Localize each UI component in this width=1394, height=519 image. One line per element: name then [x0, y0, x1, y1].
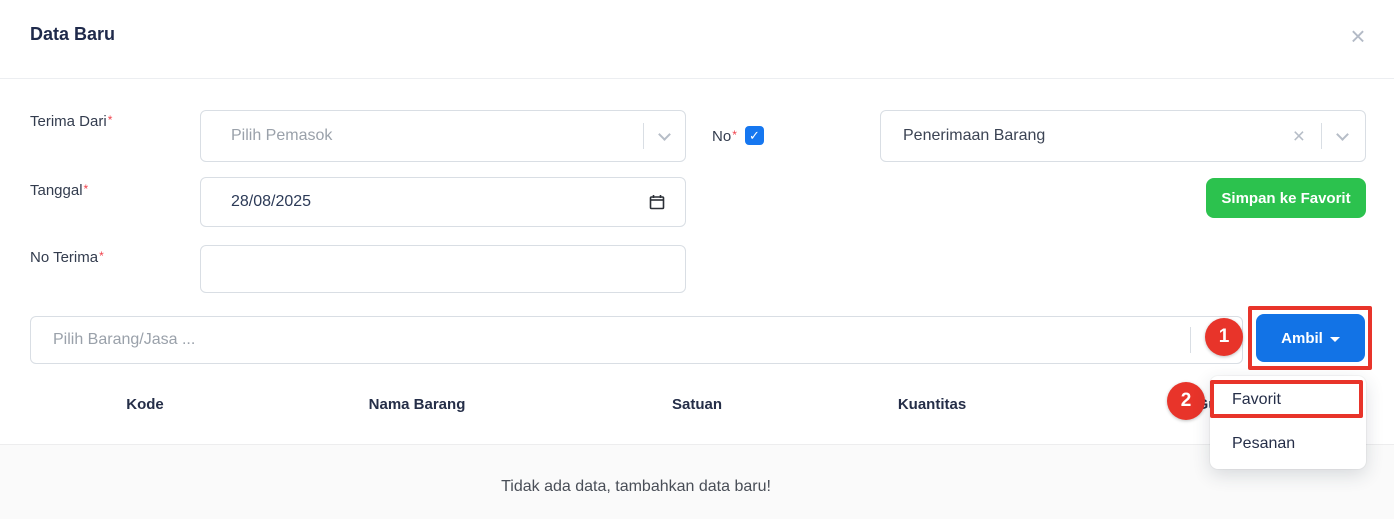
- barang-jasa-select[interactable]: Pilih Barang/Jasa ...: [30, 316, 1243, 364]
- header-divider: [0, 78, 1394, 79]
- annotation-step-badge-1: 1: [1205, 318, 1243, 356]
- table-header-satuan: Satuan: [671, 396, 723, 413]
- table-header-kode: Kode: [126, 396, 164, 413]
- ambil-dropdown-button[interactable]: Ambil: [1256, 314, 1365, 362]
- no-label: No*: [712, 128, 737, 145]
- no-terima-label: No Terima*: [30, 249, 104, 266]
- no-checkbox[interactable]: ✓: [745, 126, 764, 145]
- select-divider: [643, 123, 644, 149]
- annotation-step-badge-2: 2: [1167, 382, 1205, 420]
- table-header-kuantitas: Kuantitas: [897, 396, 967, 413]
- data-baru-modal: Data Baru × Terima Dari* Pilih Pemasok N…: [0, 0, 1394, 519]
- terima-dari-placeholder: Pilih Pemasok: [231, 127, 333, 144]
- tanggal-value: 28/08/2025: [231, 193, 312, 210]
- required-mark: *: [99, 249, 104, 263]
- empty-state-text: Tidak ada data, tambahkan data baru!: [501, 478, 771, 495]
- no-terima-input[interactable]: [201, 246, 685, 292]
- no-terima-field-box: [200, 245, 686, 293]
- tanggal-label: Tanggal*: [30, 182, 89, 199]
- clear-icon[interactable]: ×: [1293, 126, 1305, 147]
- select-divider: [1190, 327, 1191, 353]
- page-title: Data Baru: [30, 24, 116, 44]
- calendar-icon[interactable]: [649, 194, 665, 210]
- required-mark: *: [83, 182, 89, 196]
- menu-item-favorit[interactable]: Favorit: [1210, 378, 1366, 422]
- menu-item-pesanan[interactable]: Pesanan: [1210, 422, 1366, 466]
- ambil-dropdown-menu: Favorit Pesanan: [1210, 376, 1366, 469]
- select-divider: [1321, 123, 1322, 149]
- tanggal-date-input[interactable]: 28/08/2025: [200, 177, 686, 227]
- terima-dari-select[interactable]: Pilih Pemasok: [200, 110, 686, 162]
- simpan-ke-favorit-button[interactable]: Simpan ke Favorit: [1206, 178, 1366, 218]
- chevron-down-icon[interactable]: [658, 127, 671, 141]
- terima-dari-label: Terima Dari*: [30, 113, 113, 130]
- table-header-nama-barang: Nama Barang: [368, 396, 466, 413]
- chevron-down-icon[interactable]: [1336, 127, 1349, 141]
- required-mark: *: [732, 128, 737, 142]
- caret-down-icon: [1329, 336, 1340, 342]
- check-icon: ✓: [749, 127, 760, 143]
- close-icon[interactable]: ×: [1342, 20, 1374, 52]
- transaction-type-value: Penerimaan Barang: [903, 127, 1046, 144]
- transaction-type-select[interactable]: Penerimaan Barang ×: [880, 110, 1366, 162]
- required-mark: *: [107, 113, 113, 127]
- barang-jasa-placeholder: Pilih Barang/Jasa ...: [53, 331, 196, 348]
